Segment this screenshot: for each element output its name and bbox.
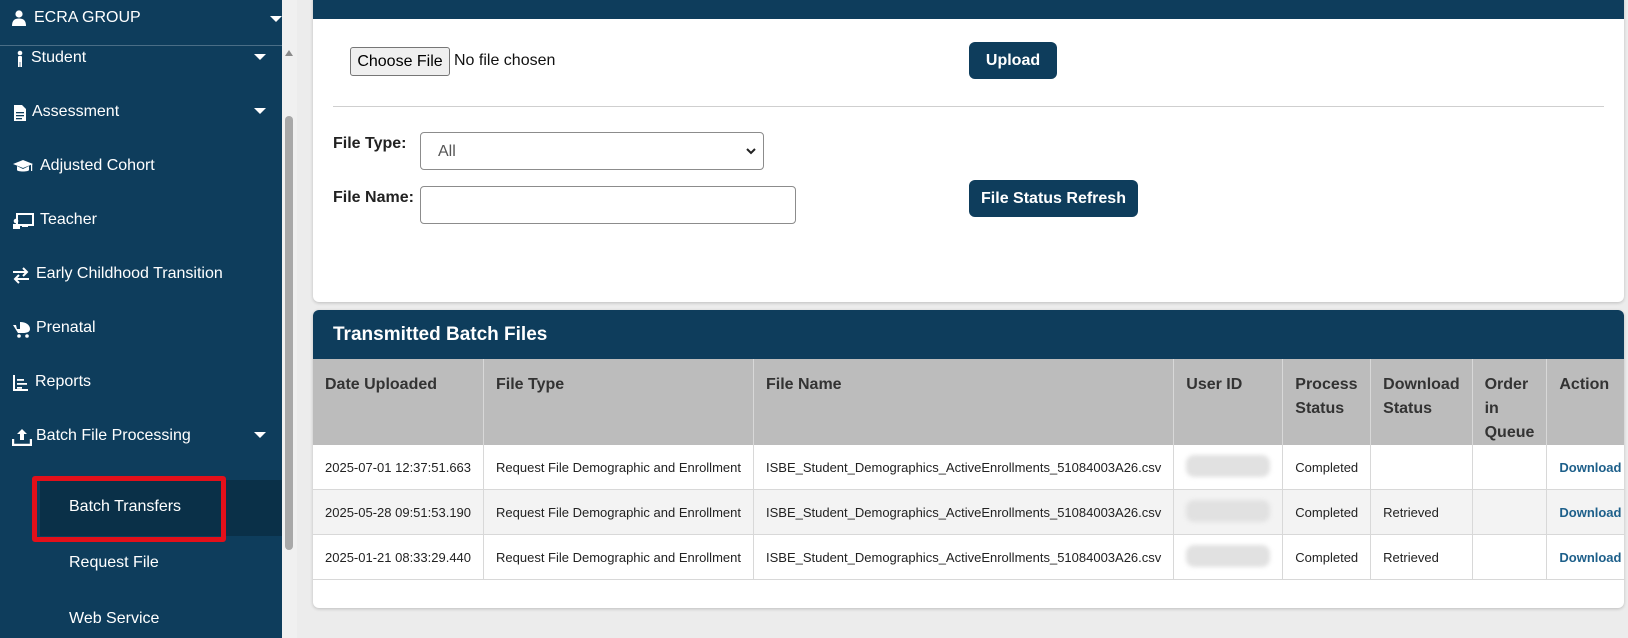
document-icon <box>14 105 26 121</box>
file-name-cell: ISBE_Student_Demographics_ActiveEnrollme… <box>753 445 1175 490</box>
file-type-cell: Request File Demographic and Enrollment <box>483 534 754 580</box>
sidebar-item-prenatal[interactable]: Prenatal <box>0 302 282 358</box>
download-link[interactable]: Download <box>1559 460 1621 475</box>
download-link[interactable]: Download <box>1559 550 1621 565</box>
transmitted-batch-files-panel: Transmitted Batch Files Date Uploaded Fi… <box>313 310 1624 608</box>
baby-carriage-icon <box>13 322 30 338</box>
panel-title: Transmitted Batch Files <box>333 324 548 345</box>
sidebar-item-label: Student <box>31 49 87 66</box>
column-header: File Name <box>753 359 1175 445</box>
user-id-cell <box>1173 445 1284 490</box>
sidebar-item-label: Adjusted Cohort <box>40 157 155 174</box>
process-status-cell: Completed <box>1282 445 1372 490</box>
chevron-down-icon <box>254 432 266 438</box>
file-type-label: File Type: <box>333 135 407 152</box>
divider <box>333 106 1604 107</box>
redacted-user-id <box>1186 499 1271 522</box>
upload-button[interactable]: Upload <box>969 42 1057 79</box>
file-type-select[interactable]: All <box>420 132 764 170</box>
sidebar-item-label: Prenatal <box>36 319 96 336</box>
column-header: Action <box>1546 359 1624 445</box>
table-row: 2025-01-21 08:33:29.440 Request File Dem… <box>313 534 1624 580</box>
table-row: 2025-05-28 09:51:53.190 Request File Dem… <box>313 489 1624 535</box>
sidebar-item-label: Early Childhood Transition <box>36 265 223 282</box>
panel-header <box>313 0 1624 19</box>
action-cell: Download <box>1546 534 1624 580</box>
date-uploaded-cell: 2025-01-21 08:33:29.440 <box>313 534 485 580</box>
user-id-cell <box>1173 489 1284 535</box>
date-uploaded-cell: 2025-07-01 12:37:51.663 <box>313 445 485 490</box>
batch-files-table: Date Uploaded File Type File Name User I… <box>313 359 1624 580</box>
teacher-board-icon <box>13 213 34 229</box>
file-status-refresh-button[interactable]: File Status Refresh <box>969 180 1138 217</box>
download-status-cell: Retrieved <box>1370 534 1473 580</box>
scroll-up-arrow-icon[interactable] <box>285 50 293 56</box>
batch-transfers-panel: Choose File No file chosen Upload File T… <box>313 0 1624 302</box>
file-type-cell: Request File Demographic and Enrollment <box>483 445 754 490</box>
process-status-cell: Completed <box>1282 489 1372 535</box>
column-header: Process Status <box>1282 359 1372 445</box>
column-header: Date Uploaded <box>313 359 485 445</box>
file-type-cell: Request File Demographic and Enrollment <box>483 489 754 535</box>
panel-header: Transmitted Batch Files <box>313 310 1624 359</box>
scrollbar-thumb[interactable] <box>285 116 293 550</box>
action-cell: Download <box>1546 445 1624 490</box>
order-in-queue-cell <box>1472 445 1548 490</box>
sidebar-subitem-web-service[interactable]: Web Service <box>40 592 282 638</box>
sidebar-item-label: Assessment <box>32 103 120 120</box>
column-header: User ID <box>1173 359 1284 445</box>
sidebar-item-teacher[interactable]: Teacher <box>0 194 282 250</box>
sidebar-item-label: Teacher <box>40 211 97 228</box>
sidebar-item-label: Batch File Processing <box>36 427 191 444</box>
sidebar-item-student[interactable]: Student <box>0 32 282 88</box>
order-in-queue-cell <box>1472 534 1548 580</box>
redacted-user-id <box>1186 454 1271 477</box>
sidebar-subitem-label: Request File <box>69 554 159 571</box>
download-status-cell: Retrieved <box>1370 489 1473 535</box>
sidebar-subitem-request-file[interactable]: Request File <box>40 536 282 592</box>
user-id-cell <box>1173 534 1284 580</box>
file-name-label: File Name: <box>333 189 414 206</box>
download-link[interactable]: Download <box>1559 505 1621 520</box>
date-uploaded-cell: 2025-05-28 09:51:53.190 <box>313 489 485 535</box>
column-header: Order in Queue <box>1472 359 1548 445</box>
sidebar-item-adjusted-cohort[interactable]: Adjusted Cohort <box>0 140 282 196</box>
graduation-cap-icon <box>13 160 33 172</box>
chevron-down-icon <box>254 108 266 114</box>
file-name-cell: ISBE_Student_Demographics_ActiveEnrollme… <box>753 534 1175 580</box>
file-name-cell: ISBE_Student_Demographics_ActiveEnrollme… <box>753 489 1175 535</box>
file-name-input[interactable] <box>420 186 796 224</box>
column-header: Download Status <box>1370 359 1473 445</box>
process-status-cell: Completed <box>1282 534 1372 580</box>
sidebar-item-reports[interactable]: Reports <box>0 356 282 412</box>
no-file-text: No file chosen <box>454 52 556 69</box>
chevron-down-icon <box>746 148 756 155</box>
order-in-queue-cell <box>1472 489 1548 535</box>
download-status-cell <box>1370 445 1473 490</box>
column-header: File Type <box>483 359 754 445</box>
sidebar-item-label: Reports <box>35 373 92 390</box>
sidebar-item-assessment[interactable]: Assessment <box>0 86 282 142</box>
sidebar: ECRA GROUP Student Assessment Adjusted C… <box>0 0 282 638</box>
file-type-selected-value: All <box>438 143 456 160</box>
sidebar-item-batch-file-processing[interactable]: Batch File Processing <box>0 410 282 466</box>
list-chart-icon <box>13 375 28 391</box>
org-name: ECRA GROUP <box>34 9 141 26</box>
chevron-down-icon <box>270 16 282 22</box>
exchange-arrows-icon <box>13 267 29 284</box>
sidebar-item-early-childhood-transition[interactable]: Early Childhood Transition <box>0 248 282 304</box>
choose-file-button[interactable]: Choose File <box>350 47 450 76</box>
chevron-down-icon <box>254 54 266 60</box>
upload-icon <box>12 429 32 446</box>
child-icon <box>17 50 23 67</box>
redacted-user-id <box>1186 544 1271 567</box>
table-row: 2025-07-01 12:37:51.663 Request File Dem… <box>313 445 1624 490</box>
action-cell: Download <box>1546 489 1624 535</box>
sidebar-subitem-label: Web Service <box>69 610 160 627</box>
user-icon <box>12 10 26 26</box>
highlight-annotation-box <box>32 476 226 542</box>
